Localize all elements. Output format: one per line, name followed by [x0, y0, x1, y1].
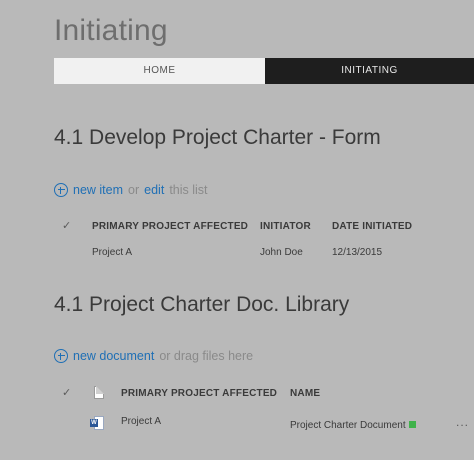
page-title: Initiating [54, 14, 168, 47]
column-header-primary-project[interactable]: PRIMARY PROJECT AFFECTED [121, 388, 277, 399]
library-add-row: new document or drag files here [54, 349, 253, 363]
document-name-link[interactable]: Project Charter Document [290, 420, 406, 431]
new-item-link[interactable]: new item [73, 183, 123, 197]
tab-home[interactable]: HOME [54, 58, 265, 84]
library-section-title: 4.1 Project Charter Doc. Library [54, 293, 350, 316]
column-header-primary-project[interactable]: PRIMARY PROJECT AFFECTED [92, 221, 248, 232]
new-document-link[interactable]: new document [73, 349, 154, 363]
plus-circle-icon[interactable] [54, 183, 68, 197]
cell-project: Project A [121, 416, 162, 427]
document-name-cell: Project Charter Document [290, 420, 416, 431]
edit-list-link[interactable]: edit [144, 183, 164, 197]
document-icon [94, 386, 104, 399]
column-header-date-initiated[interactable]: DATE INITIATED [332, 221, 412, 232]
column-header-name[interactable]: NAME [290, 388, 320, 399]
cell-date: 12/13/2015 [332, 247, 383, 258]
this-list-text: this list [169, 183, 208, 197]
check-icon[interactable]: ✓ [62, 219, 71, 232]
cell-project: Project A [92, 247, 133, 258]
plus-circle-icon[interactable] [54, 349, 68, 363]
word-document-icon: W [90, 416, 104, 430]
new-item-indicator-icon [408, 420, 416, 428]
form-add-row: new item or edit this list [54, 183, 208, 197]
or-text: or [128, 183, 140, 197]
top-nav-tabs: HOME INITIATING [54, 58, 474, 84]
check-icon[interactable]: ✓ [62, 386, 71, 399]
more-options-button[interactable]: ... [456, 415, 469, 429]
cell-initiator: John Doe [260, 247, 303, 258]
tab-initiating[interactable]: INITIATING [265, 58, 474, 84]
drag-files-text: or drag files here [159, 349, 254, 363]
form-section-title: 4.1 Develop Project Charter - Form [54, 126, 381, 149]
column-header-initiator[interactable]: INITIATOR [260, 221, 311, 232]
